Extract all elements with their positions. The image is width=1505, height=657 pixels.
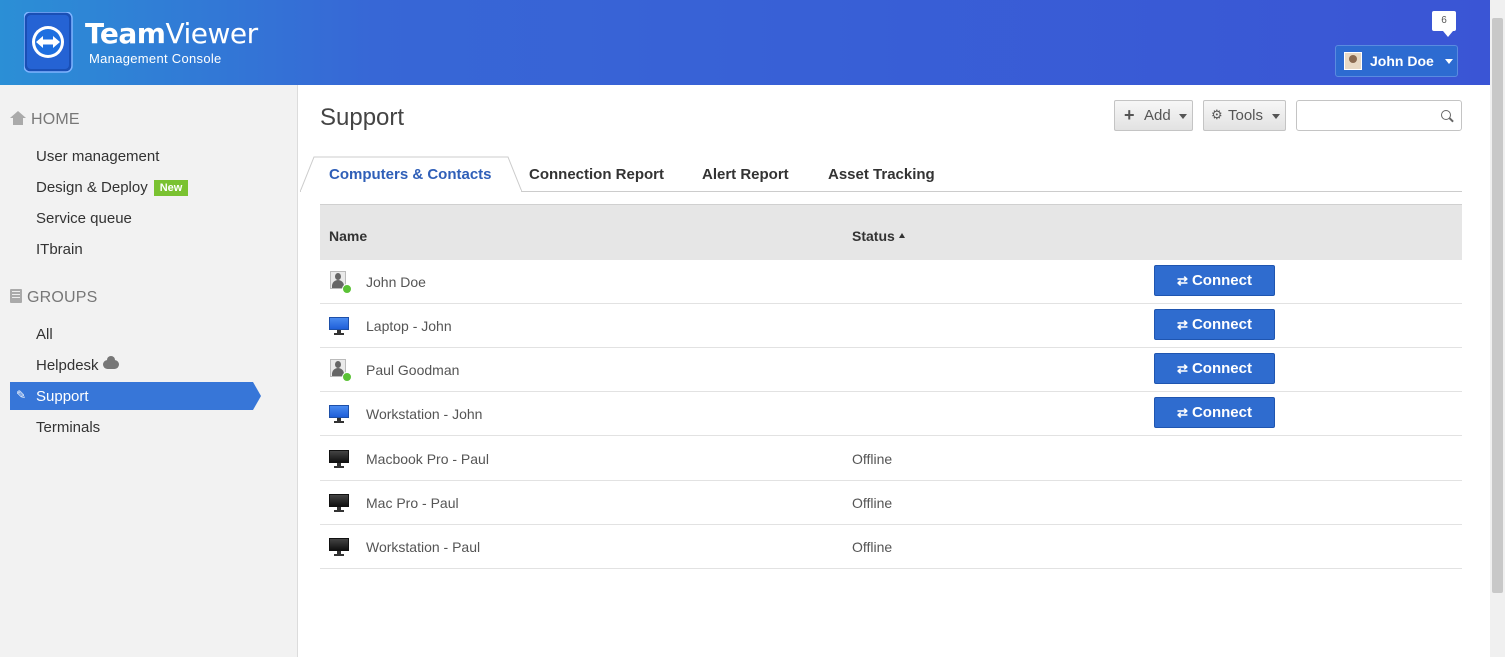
connect-arrows-icon: ⇄ (1177, 273, 1188, 288)
table-row[interactable]: Laptop - John ⇄ Connect (320, 304, 1462, 348)
scrollbar[interactable] (1490, 0, 1505, 657)
sidebar-item-design-deploy[interactable]: Design & Deploy New (36, 179, 189, 196)
new-badge: New (153, 180, 189, 196)
row-status: Offline (852, 539, 893, 555)
table-row[interactable]: Workstation - John ⇄ Connect (320, 392, 1462, 436)
computer-offline-icon (329, 536, 349, 556)
sidebar-item-itbrain[interactable]: ITbrain (36, 241, 83, 258)
search-icon[interactable] (1441, 110, 1451, 120)
contact-online-icon (329, 359, 352, 382)
computer-offline-icon (329, 492, 349, 512)
row-name: Paul Goodman (366, 362, 460, 378)
connect-button[interactable]: ⇄ Connect (1154, 353, 1275, 384)
chevron-down-icon (1445, 59, 1453, 64)
sidebar-home-heading[interactable]: HOME (10, 111, 80, 129)
table-header: Name Status (320, 204, 1462, 260)
table-row[interactable]: Workstation - Paul Offline (320, 525, 1462, 569)
tab-asset-tracking[interactable]: Asset Tracking (828, 166, 935, 183)
row-name: Mac Pro - Paul (366, 495, 459, 511)
sidebar-groups-heading[interactable]: GROUPS (10, 289, 98, 307)
row-status: Offline (852, 495, 893, 511)
groups-icon (10, 289, 22, 303)
sidebar-item-service-queue[interactable]: Service queue (36, 210, 132, 227)
row-status: Offline (852, 451, 893, 467)
row-name: John Doe (366, 274, 426, 290)
home-icon (10, 111, 26, 125)
pencil-icon: ✎ (16, 388, 27, 402)
computer-online-icon (329, 403, 349, 423)
tools-button[interactable]: ⚙ Tools (1203, 100, 1286, 131)
row-name: Laptop - John (366, 318, 452, 334)
chevron-down-icon (1179, 114, 1187, 119)
user-menu-button[interactable]: John Doe (1335, 45, 1458, 77)
sidebar-item-all[interactable]: All (36, 326, 53, 343)
page-title: Support (320, 104, 405, 131)
row-name: Workstation - Paul (366, 539, 481, 555)
notification-badge[interactable]: 6 (1432, 11, 1456, 37)
user-name: John Doe (1370, 53, 1434, 69)
connect-arrows-icon: ⇄ (1177, 317, 1188, 332)
sidebar: HOME User management Design & Deploy New … (0, 85, 298, 657)
sidebar-item-helpdesk[interactable]: Helpdesk (36, 356, 119, 374)
app-subtitle: Management Console (89, 51, 222, 66)
connect-button[interactable]: ⇄ Connect (1154, 397, 1275, 428)
app-header: TeamViewer Management Console 6 John Doe (0, 0, 1490, 85)
sidebar-item-terminals[interactable]: Terminals (36, 419, 100, 436)
gear-icon: ⚙ (1211, 107, 1223, 122)
sidebar-item-support[interactable]: ✎ Support (10, 382, 261, 410)
search-input[interactable] (1296, 100, 1462, 131)
app-title: TeamViewer (85, 17, 258, 50)
connect-arrows-icon: ⇄ (1177, 361, 1188, 376)
table-row[interactable]: Paul Goodman ⇄ Connect (320, 348, 1462, 392)
column-header-name[interactable]: Name (329, 228, 367, 244)
cloud-icon (102, 356, 119, 369)
column-header-status[interactable]: Status (852, 228, 905, 244)
connect-button[interactable]: ⇄ Connect (1154, 265, 1275, 296)
sidebar-item-user-management[interactable]: User management (36, 148, 159, 165)
table-row[interactable]: Mac Pro - Paul Offline (320, 481, 1462, 525)
tab-connection-report[interactable]: Connection Report (529, 166, 664, 183)
connect-button[interactable]: ⇄ Connect (1154, 309, 1275, 340)
contact-online-icon (329, 271, 352, 294)
scrollbar-thumb[interactable] (1492, 18, 1503, 593)
connect-arrows-icon: ⇄ (1177, 405, 1188, 420)
row-name: Macbook Pro - Paul (366, 451, 489, 467)
chevron-down-icon (1272, 114, 1280, 119)
tab-computers-contacts[interactable]: Computers & Contacts (300, 156, 522, 192)
sort-ascending-icon (898, 233, 905, 238)
plus-icon: + (1124, 105, 1135, 125)
computer-offline-icon (329, 448, 349, 468)
tab-alert-report[interactable]: Alert Report (702, 166, 789, 183)
computer-online-icon (329, 315, 349, 335)
row-name: Workstation - John (366, 406, 483, 422)
avatar (1344, 52, 1362, 70)
table-row[interactable]: Macbook Pro - Paul Offline (320, 437, 1462, 481)
teamviewer-logo-icon (23, 11, 74, 74)
add-button[interactable]: + Add (1114, 100, 1193, 131)
table-row[interactable]: John Doe ⇄ Connect (320, 260, 1462, 304)
